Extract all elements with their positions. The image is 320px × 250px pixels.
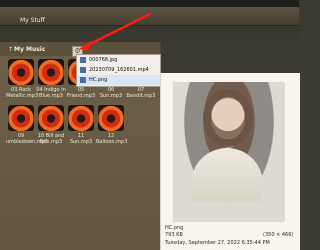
track-label: 05 Friend.mp3 [66,87,96,99]
track-label: 12 Balloon.mp3 [96,133,128,145]
track-label: 03 Rock Metallic.mp3 [6,87,39,99]
video-icon [80,67,86,73]
track-item[interactable]: 12 Balloon.mp3 [96,105,127,145]
menu-item-label: 000768.jpg [89,57,118,63]
file-menu: 000768.jpg 20230709_162601.mp4 HC.png [76,54,161,87]
file-name: HC.png [165,225,184,231]
portrait-image [173,82,285,222]
up-arrow-icon[interactable]: ↑ [8,46,13,53]
file-date: Tuesday, September 27, 2022 6:35:44 PM [165,240,270,246]
top-strip [0,0,299,7]
track-label: 04 Indigo in Blue.mp3 [36,87,66,99]
track-label: 06 Sun.mp3 [99,87,123,99]
image-icon [80,57,86,63]
track-item[interactable]: 04 Indigo in Blue.mp3 [36,59,66,99]
music-title: My Music [14,46,46,53]
menu-item-png[interactable]: HC.png [77,75,160,85]
music-file-icon [38,59,64,85]
track-label: 09 umbledown.mp3 [6,133,48,145]
menu-item-label: 20230709_162601.mp4 [89,67,149,73]
music-file-icon [68,105,94,131]
menu-item-mp4[interactable]: 20230709_162601.mp4 [77,65,160,75]
music-file-icon [98,105,124,131]
track-item[interactable]: 10 Bill and Ben.mp3 [38,105,64,145]
track-label: 10 Bill and Ben.mp3 [37,133,65,145]
music-file-icon [8,105,34,131]
secondary-strip [0,26,299,42]
track-item[interactable]: 11 Sun.mp3 [68,105,94,145]
window-title-bar[interactable]: My Stuff [0,7,299,26]
menu-item-jpg[interactable]: 000768.jpg [77,55,160,65]
track-item[interactable]: 03 Rock Metallic.mp3 [6,59,38,99]
window-title: My Stuff [20,17,45,24]
track-label: 07 Bandit.mp3 [126,87,156,99]
file-size: 793 KB [165,232,183,238]
image-dimensions: (350 × 466) [263,232,294,238]
menu-item-label: HC.png [89,77,108,83]
music-file-icon [8,59,34,85]
music-file-icon [38,105,64,131]
track-item[interactable]: 09 umbledown.mp3 [6,105,48,145]
track-label: 11 Sun.mp3 [69,133,93,145]
image-icon [80,77,86,83]
